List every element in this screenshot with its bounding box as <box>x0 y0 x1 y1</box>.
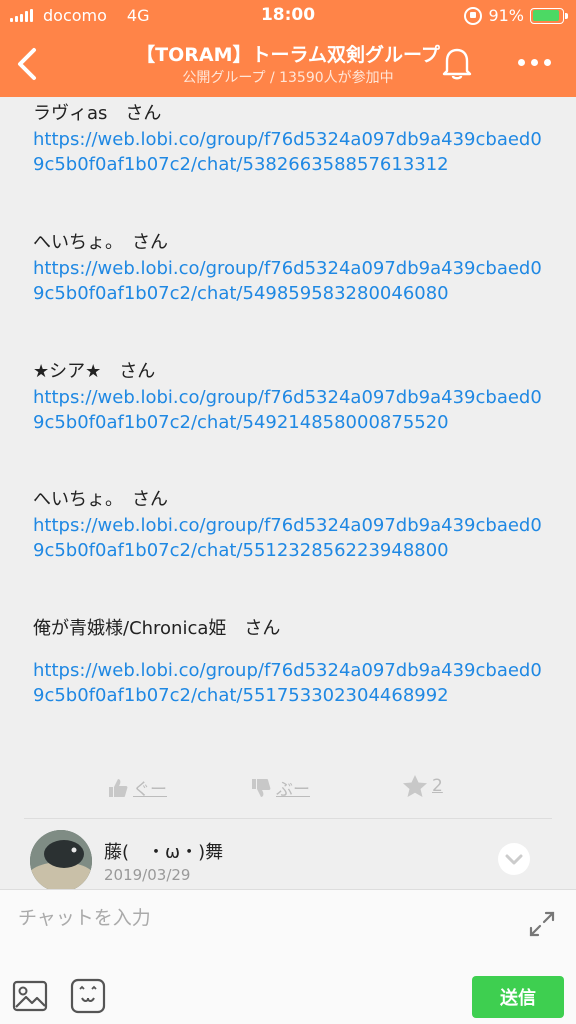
thumbs-down-icon <box>252 778 271 797</box>
chat-link[interactable]: https://web.lobi.co/group/f76d5324a097db… <box>33 256 553 307</box>
divider <box>24 818 552 819</box>
expand-comment-button[interactable] <box>498 843 530 875</box>
chat-input[interactable] <box>18 900 508 936</box>
expand-input-button[interactable] <box>528 910 556 938</box>
rotation-lock-icon <box>464 6 483 25</box>
mention-entry: へいちょ。 さん https://web.lobi.co/group/f76d5… <box>33 487 553 564</box>
mention-entry: ★シア★ さん https://web.lobi.co/group/f76d53… <box>33 359 553 436</box>
boo-label: ぶー <box>276 780 310 800</box>
chevron-left-icon <box>18 48 36 80</box>
emoji-icon <box>70 978 106 1014</box>
expand-icon <box>529 911 555 937</box>
more-menu-button[interactable] <box>514 50 554 74</box>
mention-name: へいちょ。 さん <box>33 489 168 510</box>
mention-entry: 俺が青娥様/Chronica姫 さん https://web.lobi.co/g… <box>33 616 553 709</box>
mention-entry: ラヴィas さん https://web.lobi.co/group/f76d5… <box>33 101 553 178</box>
more-dots-icon <box>517 58 525 66</box>
mention-name: 俺が青娥様/Chronica姫 さん <box>33 618 281 639</box>
send-button[interactable]: 送信 <box>472 976 564 1018</box>
thumbs-up-icon <box>109 778 128 797</box>
chat-link[interactable]: https://web.lobi.co/group/f76d5324a097db… <box>33 127 553 178</box>
star-icon <box>403 775 427 797</box>
back-button[interactable] <box>12 44 46 84</box>
mention-name: へいちょ。 さん <box>33 232 168 253</box>
comment-author: 藤( ・ω・)舞 <box>104 842 224 863</box>
battery-percent: 91% <box>488 6 524 25</box>
bell-icon <box>442 48 472 80</box>
input-bar: 送信 <box>0 889 576 1024</box>
mention-entry: へいちょ。 さん https://web.lobi.co/group/f76d5… <box>33 230 553 307</box>
star-button[interactable]: 2 <box>402 774 443 798</box>
chat-content[interactable]: ラヴィas さん https://web.lobi.co/group/f76d5… <box>0 97 576 889</box>
mention-name: ラヴィas さん <box>33 103 162 124</box>
mention-name: ★シア★ さん <box>33 361 156 382</box>
header: docomo 4G 18:00 91% 【TORAM】トーラム双剣グループ 公開… <box>0 0 576 97</box>
chevron-down-icon <box>505 854 523 865</box>
good-button[interactable]: ぐー <box>107 775 167 800</box>
stamp-button[interactable] <box>70 978 106 1014</box>
chat-link[interactable]: https://web.lobi.co/group/f76d5324a097db… <box>33 385 553 436</box>
comment-item[interactable]: 藤( ・ω・)舞 2019/03/29 <box>0 822 576 889</box>
avatar[interactable] <box>30 830 92 889</box>
star-count: 2 <box>432 776 443 796</box>
chat-link[interactable]: https://web.lobi.co/group/f76d5324a097db… <box>33 513 553 564</box>
boo-button[interactable]: ぶー <box>250 775 310 800</box>
reaction-bar: ぐー ぶー 2 <box>0 773 576 803</box>
image-button[interactable] <box>12 980 48 1012</box>
battery-fill <box>532 10 559 21</box>
battery-icon <box>530 7 568 24</box>
image-icon <box>12 980 48 1012</box>
avatar-photo <box>30 830 92 889</box>
notification-button[interactable] <box>438 44 476 82</box>
chat-link[interactable]: https://web.lobi.co/group/f76d5324a097db… <box>33 658 553 709</box>
good-label: ぐー <box>133 780 167 800</box>
status-bar: docomo 4G 18:00 91% <box>0 0 576 30</box>
comment-date: 2019/03/29 <box>104 866 191 884</box>
